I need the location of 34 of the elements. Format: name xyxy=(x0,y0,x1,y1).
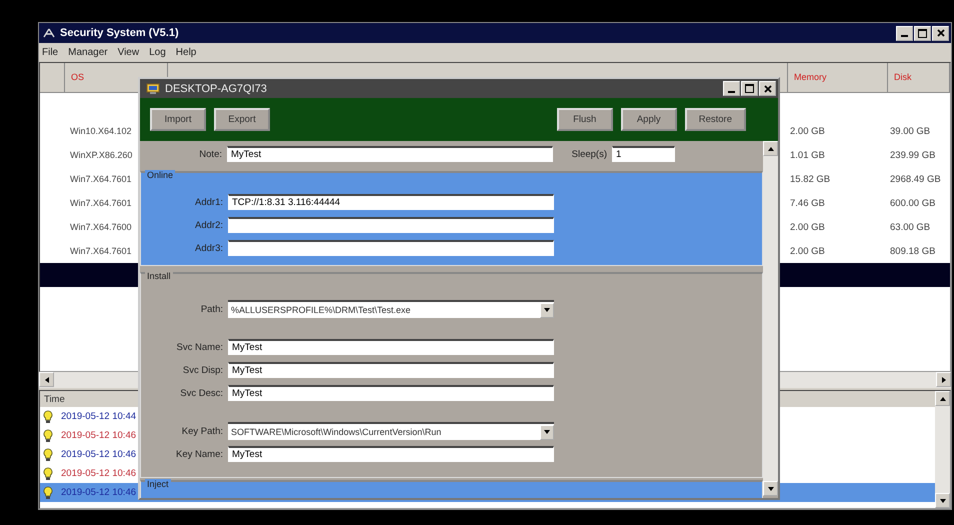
log-time: 2019-05-12 10:44 xyxy=(61,411,136,422)
table-cell: Win10.X64.102 xyxy=(70,126,132,136)
table-cell-text: 15.82 GB xyxy=(789,174,832,184)
table-cell-text: 7.46 GB xyxy=(789,198,826,208)
field-label: Sleep(s) xyxy=(570,148,608,160)
field-label: Note: xyxy=(198,148,223,160)
log-time: 2019-05-12 10:46 xyxy=(61,430,136,441)
field-label: Addr3: xyxy=(194,242,224,254)
log-time: 2019-05-12 10:46 xyxy=(61,449,136,460)
field-label: Key Name: xyxy=(175,448,224,460)
window-title: Security System (V5.1) xyxy=(60,27,180,39)
table-cell-text: 239.99 GB xyxy=(890,150,936,160)
window-title: DESKTOP-AG7QI73 xyxy=(165,82,268,94)
group-title: Online xyxy=(145,170,176,180)
table-cell-text: 63.00 GB xyxy=(890,222,932,232)
table-cell-text: 2.00 GB xyxy=(789,246,826,256)
table-cell-text: 2968.49 GB xyxy=(890,174,942,184)
field-label: Svc Name: xyxy=(176,342,224,352)
group-title: Inject xyxy=(145,479,171,489)
field-label: Svc Disp: xyxy=(182,364,224,376)
table-cell-text: 39.00 GB xyxy=(890,126,932,136)
group-title: Install xyxy=(145,271,173,281)
field-label: Svc Desc: xyxy=(179,388,224,398)
field-label: Addr1: xyxy=(194,196,224,208)
table-cell-text: 2.00 GB xyxy=(789,126,826,136)
table-cell-text: 809.18 GB xyxy=(890,246,936,256)
field-label: Addr2: xyxy=(194,220,224,230)
log-time: 2019-05-12 10:46 xyxy=(61,468,136,479)
table-cell-text: 1.01 GB xyxy=(789,150,826,160)
table-cell-text: 2.00 GB xyxy=(789,222,826,232)
log-time: 2019-05-12 10:46 xyxy=(61,487,136,498)
table-cell-text: 600.00 GB xyxy=(890,198,936,208)
field-label: Path: xyxy=(200,304,224,314)
field-label: Key Path: xyxy=(180,426,224,436)
